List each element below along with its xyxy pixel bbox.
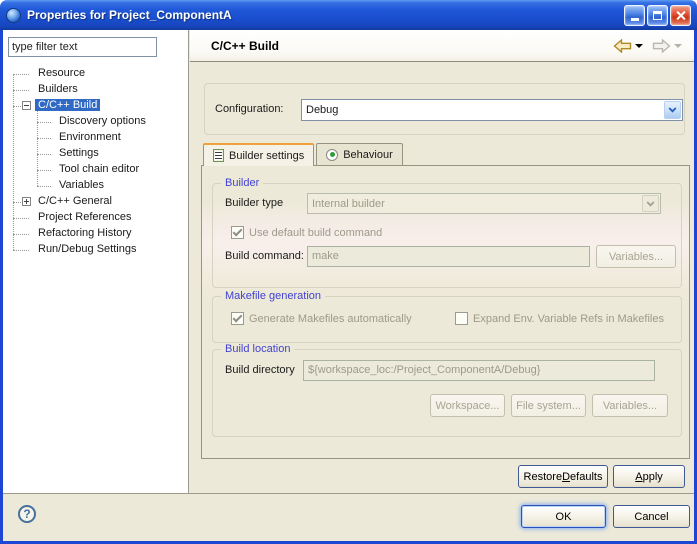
builder-group: Builder Builder type Internal builder Us… [212,183,682,288]
chevron-down-icon [642,195,659,212]
build-location-group-title: Build location [221,343,294,355]
ok-button[interactable]: OK [521,505,606,528]
filter-input[interactable] [8,37,157,57]
tree-item-discovery-options[interactable]: Discovery options [3,114,186,130]
tab-behaviour[interactable]: Behaviour [316,143,403,165]
behaviour-icon [326,149,338,161]
use-default-build-command-checkbox[interactable]: Use default build command [231,226,382,239]
tree-item-cpp-build[interactable]: C/C++ Build [3,98,186,114]
collapse-icon[interactable] [22,101,31,110]
maximize-icon [653,11,662,20]
build-directory-field[interactable]: ${workspace_loc:/Project_ComponentA/Debu… [303,360,655,381]
builder-settings-panel: Builder Builder type Internal builder Us… [201,165,690,459]
footer-divider [3,493,694,494]
tree-item-variables[interactable]: Variables [3,178,186,194]
tree-item-project-references[interactable]: Project References [3,210,186,226]
back-menu-icon[interactable] [635,44,643,48]
cancel-button[interactable]: Cancel [613,505,690,528]
generate-makefiles-checkbox[interactable]: Generate Makefiles automatically [231,312,412,325]
page-header: C/C++ Build [190,30,694,62]
forward-menu-icon[interactable] [674,44,682,48]
help-icon[interactable]: ? [18,505,36,523]
makefile-group-title: Makefile generation [221,290,325,302]
tree-item-tool-chain-editor[interactable]: Tool chain editor [3,162,186,178]
checkbox-unchecked-icon [455,312,468,325]
tree-item-settings[interactable]: Settings [3,146,186,162]
minimize-button[interactable] [624,5,645,26]
checkbox-checked-icon [231,312,244,325]
expand-env-refs-checkbox[interactable]: Expand Env. Variable Refs in Makefiles [455,312,664,325]
tree-item-run-debug-settings[interactable]: Run/Debug Settings [3,242,186,258]
tab-bar: Builder settings Behaviour [203,143,405,165]
expand-icon[interactable] [22,197,31,206]
build-command-field[interactable]: make [307,246,590,267]
build-command-label: Build command: [225,250,304,262]
file-system-button[interactable]: File system... [511,394,586,417]
checkbox-checked-icon [231,226,244,239]
minimize-icon [631,18,639,21]
builder-group-title: Builder [221,177,263,189]
back-icon[interactable] [613,39,632,53]
tree-item-refactoring-history[interactable]: Refactoring History [3,226,186,242]
restore-defaults-button[interactable]: Restore Defaults [518,465,608,488]
configuration-label: Configuration: [215,103,284,115]
tree-item-builders[interactable]: Builders [3,82,186,98]
builder-settings-icon [213,149,224,162]
tab-builder-settings[interactable]: Builder settings [203,143,314,166]
properties-dialog: Properties for Project_ComponentA Resour… [0,0,697,544]
configuration-group: Configuration: Debug [204,83,685,135]
variables-button[interactable]: Variables... [596,245,676,268]
build-directory-label: Build directory [225,364,295,376]
workspace-button[interactable]: Workspace... [430,394,505,417]
makefile-generation-group: Makefile generation Generate Makefiles a… [212,296,682,343]
dialog-frame: Resource Builders C/C++ Build Discovery … [0,30,697,544]
builder-type-label: Builder type [225,197,283,209]
configuration-select[interactable]: Debug [301,99,683,121]
chevron-down-icon[interactable] [664,101,681,119]
titlebar[interactable]: Properties for Project_ComponentA [0,0,697,30]
sidebar: Resource Builders C/C++ Build Discovery … [3,30,189,493]
page-title: C/C++ Build [211,39,613,53]
maximize-button[interactable] [647,5,668,26]
window-title: Properties for Project_ComponentA [27,8,624,22]
properties-tree: Resource Builders C/C++ Build Discovery … [3,66,186,258]
tree-item-cpp-general[interactable]: C/C++ General [3,194,186,210]
close-button[interactable] [670,5,691,26]
window-icon [6,8,21,23]
main-panel: C/C++ Build Configuration: [190,30,694,493]
tree-item-environment[interactable]: Environment [3,130,186,146]
forward-icon[interactable] [652,39,671,53]
apply-button[interactable]: Apply [613,465,685,488]
close-icon [675,10,686,21]
variables-button[interactable]: Variables... [592,394,668,417]
build-location-group: Build location Build directory ${workspa… [212,349,682,437]
builder-type-select[interactable]: Internal builder [307,193,661,214]
tree-item-resource[interactable]: Resource [3,66,186,82]
